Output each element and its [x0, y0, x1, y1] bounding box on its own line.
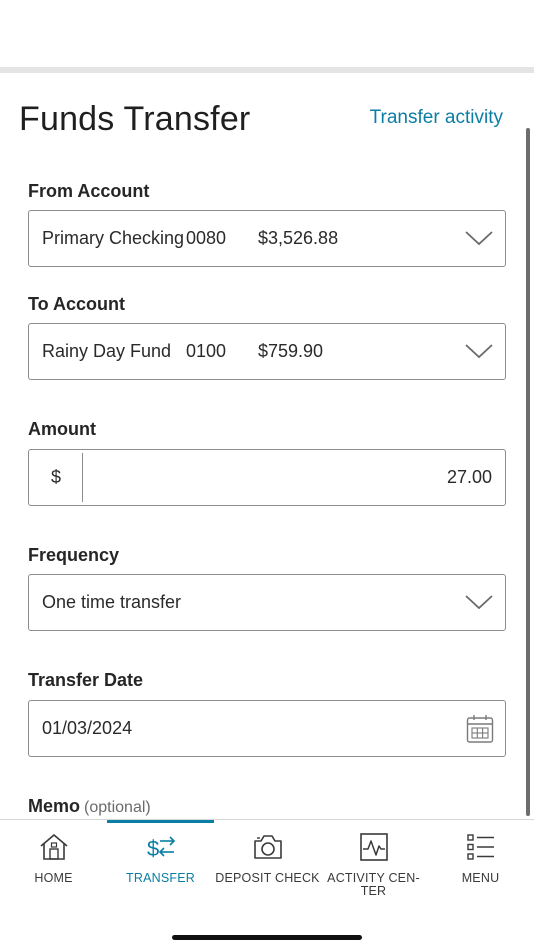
transfer-activity-link[interactable]: Transfer activity — [370, 107, 503, 129]
transfer-icon: $ — [147, 836, 175, 861]
from-account-name: Primary Checking — [42, 228, 185, 248]
amount-field[interactable]: $ 27.00 — [28, 449, 506, 506]
tab-menu[interactable]: MENU — [427, 830, 534, 900]
header-divider — [0, 67, 534, 73]
chevron-down-icon — [465, 595, 493, 610]
transfer-date-value: 01/03/2024 — [42, 718, 133, 738]
page-title: Funds Transfer — [19, 100, 251, 138]
to-account-select[interactable]: Rainy Day Fund 0100 $759.90 — [28, 323, 506, 380]
tab-menu-label: MENU — [461, 871, 500, 885]
chevron-down-icon — [465, 344, 493, 359]
memo-label: Memo (optional) — [28, 796, 151, 817]
tab-home-label: HOME — [34, 871, 73, 885]
home-icon — [39, 834, 68, 860]
from-account-number: 0080 — [186, 228, 227, 248]
memo-optional-hint: (optional) — [84, 799, 151, 816]
calendar-icon[interactable] — [466, 714, 494, 744]
tab-transfer[interactable]: $ TRANSFER — [107, 830, 214, 900]
to-account-name: Rainy Day Fund — [42, 341, 172, 361]
amount-value[interactable]: 27.00 — [447, 467, 492, 488]
svg-text:$: $ — [147, 836, 159, 861]
frequency-select[interactable]: One time transfer — [28, 574, 506, 631]
amount-divider — [82, 453, 83, 502]
menu-icon — [466, 834, 494, 860]
tab-activity-center[interactable]: ACTIVITY CEN- TER — [320, 830, 427, 900]
camera-icon — [253, 835, 282, 859]
to-account-label: To Account — [28, 294, 125, 314]
frequency-value: One time transfer — [42, 592, 182, 612]
activity-icon — [359, 833, 388, 861]
to-account-number: 0100 — [186, 341, 227, 361]
frequency-label: Frequency — [28, 545, 120, 565]
home-indicator[interactable] — [172, 935, 362, 940]
tab-deposit-check[interactable]: DEPOSIT CHECK — [214, 830, 321, 900]
memo-label-text: Memo — [28, 796, 81, 816]
chevron-down-icon — [465, 231, 493, 246]
tab-home[interactable]: HOME — [0, 830, 107, 900]
from-account-select[interactable]: Primary Checking 0080 $3,526.88 — [28, 210, 506, 267]
tab-activity-center-label-line2: TER — [360, 884, 387, 898]
scrollbar[interactable] — [526, 128, 530, 816]
transfer-date-label: Transfer Date — [28, 670, 144, 690]
status-area — [0, 0, 534, 67]
transfer-date-field[interactable]: 01/03/2024 — [28, 700, 506, 757]
currency-symbol: $ — [51, 467, 62, 487]
from-account-label: From Account — [28, 181, 150, 201]
amount-label: Amount — [28, 419, 96, 439]
to-account-balance: $759.90 — [258, 341, 324, 361]
tab-transfer-label: TRANSFER — [126, 871, 195, 885]
active-tab-indicator — [107, 820, 214, 823]
from-account-balance: $3,526.88 — [258, 228, 339, 248]
tab-deposit-check-label: DEPOSIT CHECK — [215, 871, 320, 885]
